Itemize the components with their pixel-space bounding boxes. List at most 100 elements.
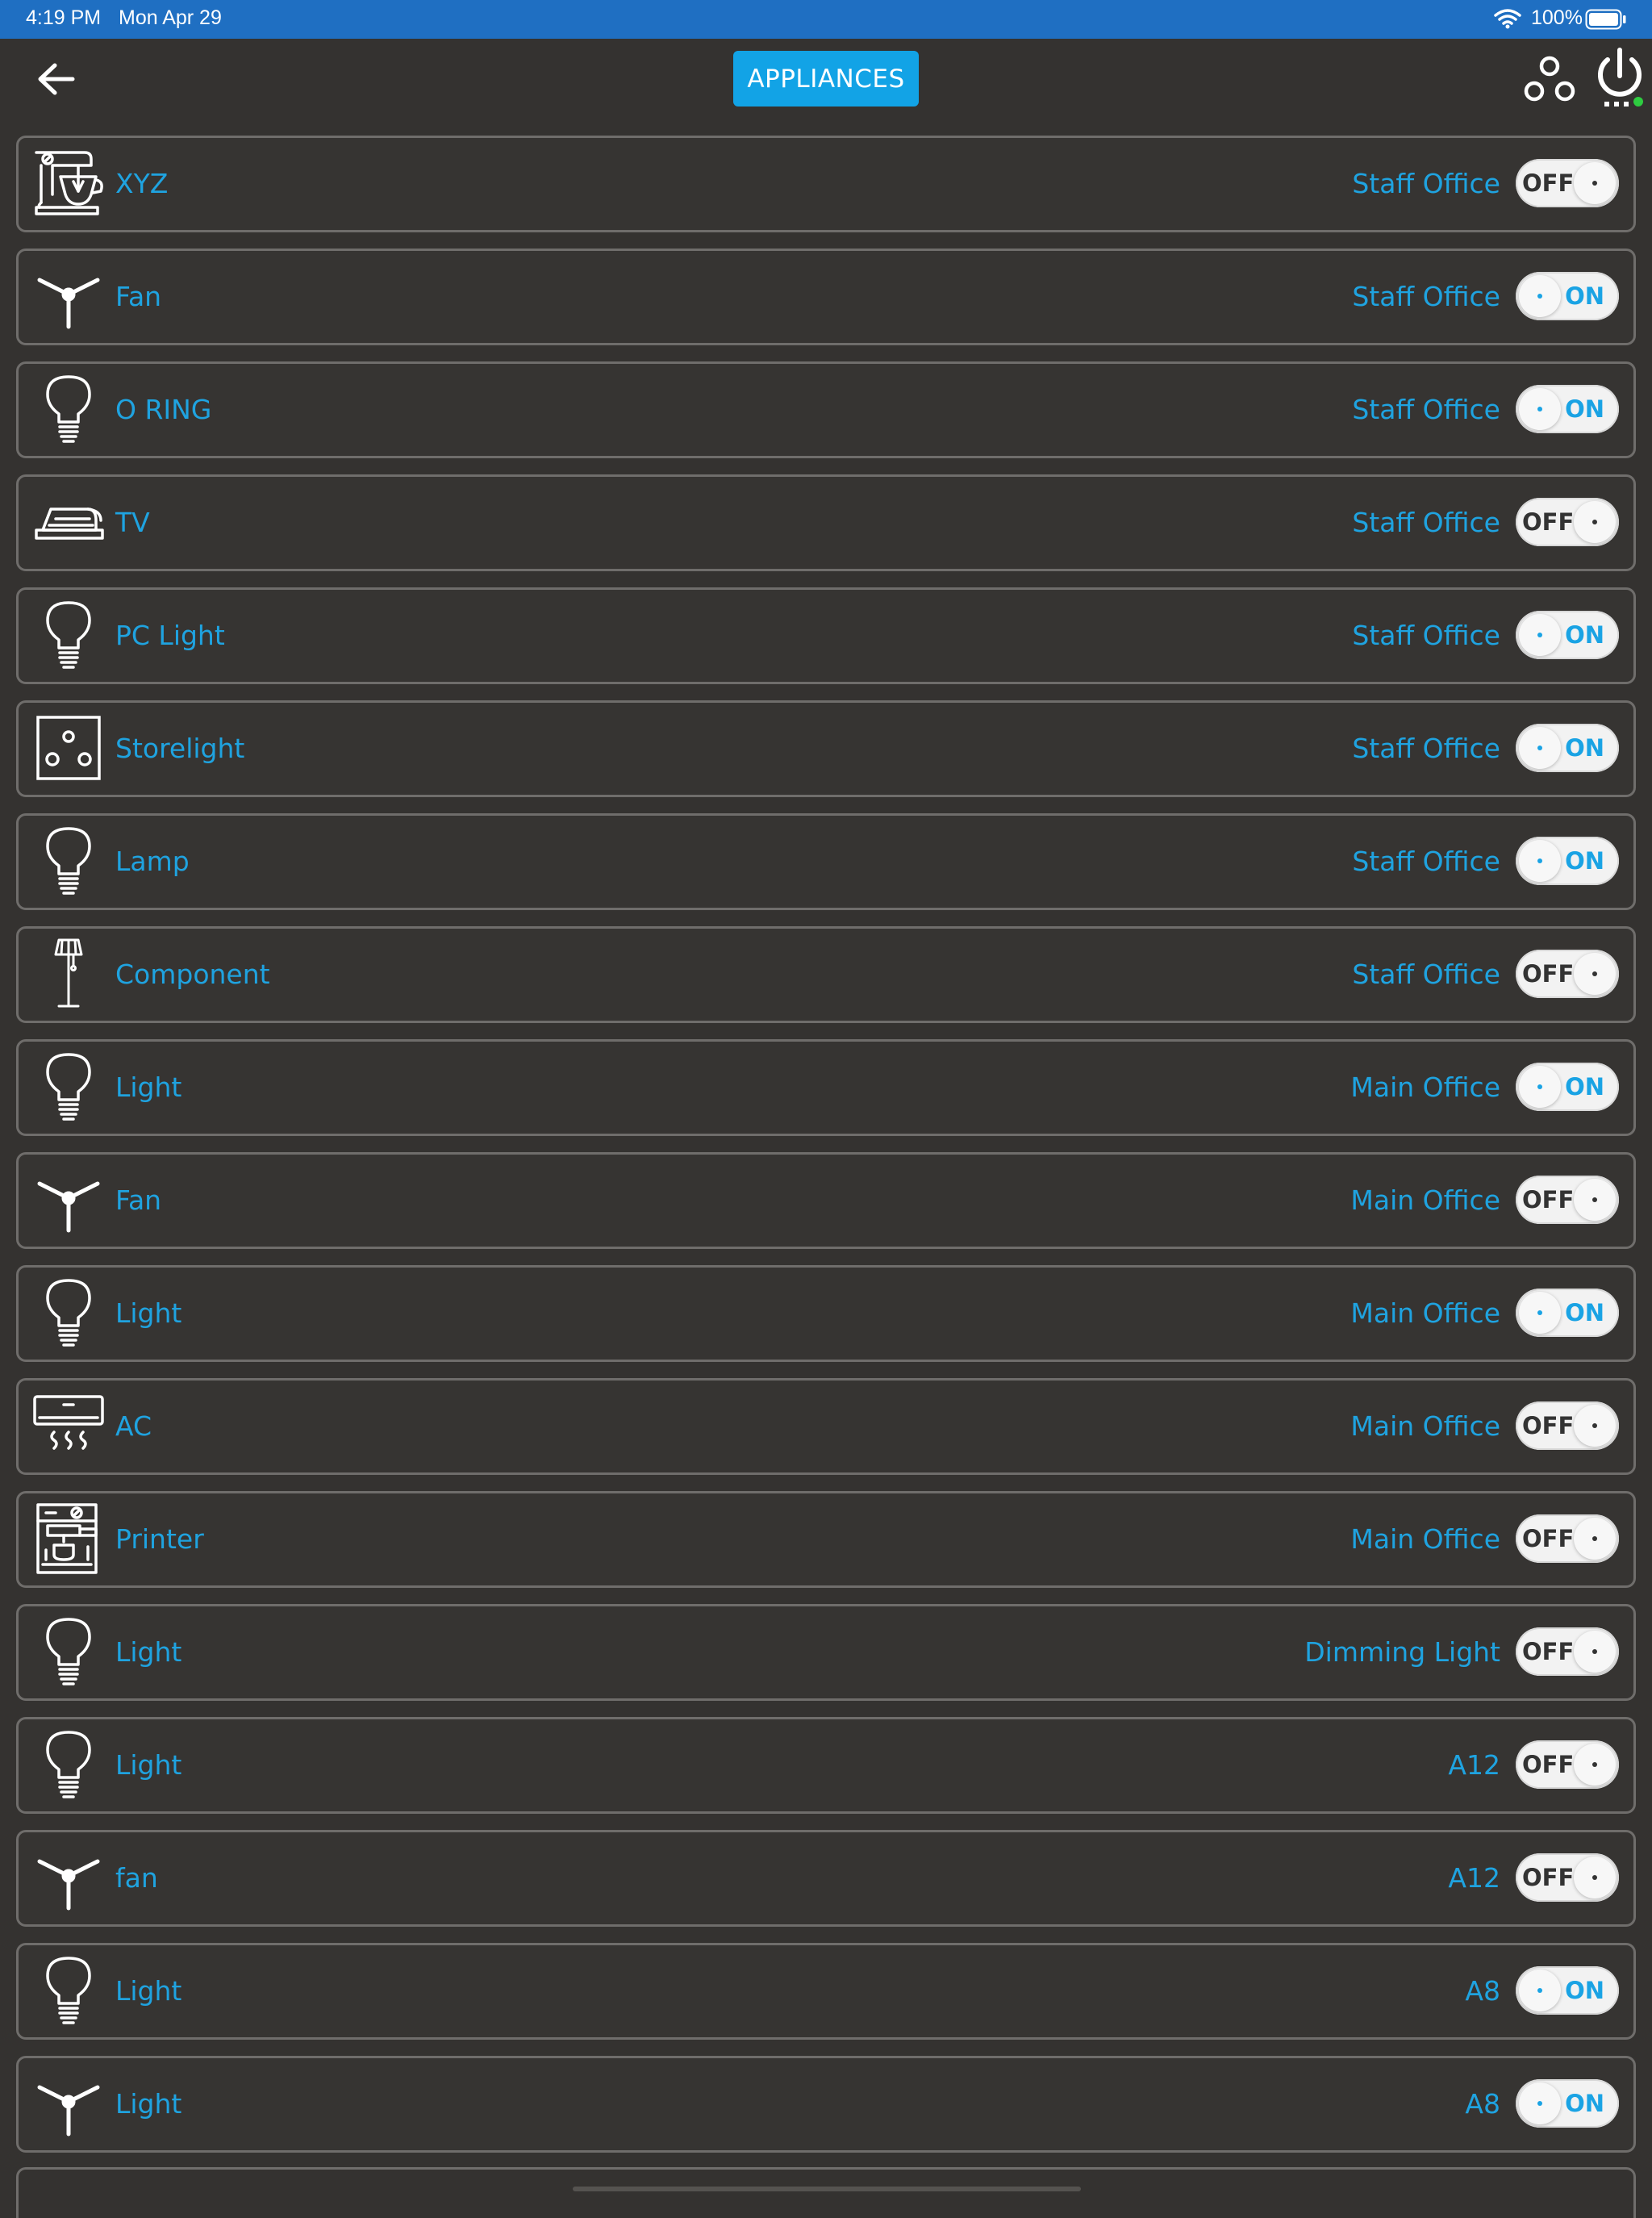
appliance-name: Fan — [115, 281, 162, 312]
status-bar: 4:19 PM Mon Apr 29 100% — [0, 0, 1652, 39]
toggle-knob — [1574, 1631, 1616, 1673]
appliance-room: A12 — [1448, 1862, 1500, 1894]
floor-lamp-icon — [31, 937, 106, 1011]
appliance-row[interactable]: XYZ Staff Office OFF — [16, 136, 1636, 232]
appliance-row[interactable]: Component Staff Office OFF — [16, 926, 1636, 1023]
appliance-name: Light — [115, 1071, 182, 1103]
appliance-row[interactable]: fan A12 OFF — [16, 1830, 1636, 1927]
appliance-row[interactable]: Lamp Staff Office ON — [16, 813, 1636, 910]
toggle-state-label: ON — [1565, 282, 1604, 310]
power-toggle[interactable]: OFF — [1516, 950, 1619, 998]
status-date: Mon Apr 29 — [119, 6, 222, 29]
appliance-row[interactable]: Light Main Office ON — [16, 1039, 1636, 1136]
battery-icon — [1585, 9, 1626, 30]
toggle-state-label: ON — [1565, 1073, 1604, 1101]
toggle-state-label: ON — [1565, 621, 1604, 649]
power-toggle[interactable]: OFF — [1516, 1627, 1619, 1676]
toggle-state-label: OFF — [1522, 1751, 1575, 1778]
appliance-row[interactable]: Fan Main Office OFF — [16, 1152, 1636, 1249]
power-toggle[interactable]: ON — [1516, 1289, 1619, 1337]
toggle-knob — [1519, 2082, 1561, 2124]
bulb-icon — [31, 1727, 106, 1802]
appliance-row[interactable]: Light A8 ON — [16, 1943, 1636, 2040]
back-arrow-icon[interactable] — [32, 59, 81, 99]
toggle-knob — [1574, 501, 1616, 543]
ac-icon — [31, 1389, 106, 1463]
appliance-room: Staff Office — [1352, 507, 1500, 538]
appliance-row[interactable]: Fan Staff Office ON — [16, 249, 1636, 345]
appliance-row[interactable]: Light Dimming Light OFF — [16, 1604, 1636, 1701]
toggle-knob — [1519, 1292, 1561, 1334]
mixer-icon — [31, 146, 106, 220]
appliance-row[interactable]: TV Staff Office OFF — [16, 474, 1636, 571]
appliance-row[interactable]: Printer Main Office OFF — [16, 1491, 1636, 1588]
power-toggle[interactable]: OFF — [1516, 1514, 1619, 1563]
fan-icon — [31, 1163, 106, 1237]
toggle-state-label: OFF — [1522, 169, 1575, 197]
appliance-room: A12 — [1448, 1749, 1500, 1781]
power-toggle[interactable]: OFF — [1516, 498, 1619, 546]
appliance-name: Printer — [115, 1523, 204, 1555]
toggle-state-label: OFF — [1522, 508, 1575, 536]
appliance-room: Main Office — [1350, 1184, 1500, 1216]
power-toggle[interactable]: ON — [1516, 837, 1619, 885]
appliance-name: Storelight — [115, 733, 245, 764]
appliance-room: Staff Office — [1352, 394, 1500, 425]
appliance-row[interactable]: O RING Staff Office ON — [16, 361, 1636, 458]
toggle-knob — [1519, 1969, 1561, 2011]
power-toggle[interactable]: ON — [1516, 611, 1619, 659]
list-item-partial — [16, 2167, 1636, 2218]
wifi-icon — [1494, 9, 1521, 29]
appliance-name: Light — [115, 2088, 182, 2120]
appliance-name: O RING — [115, 394, 212, 425]
appliance-row[interactable]: Storelight Staff Office ON — [16, 700, 1636, 797]
appliance-name: Light — [115, 1975, 182, 2007]
appliance-row[interactable]: Light Main Office ON — [16, 1265, 1636, 1362]
bulb-icon — [31, 1953, 106, 2028]
toggle-knob — [1574, 953, 1616, 995]
toggle-state-label: OFF — [1522, 1525, 1575, 1552]
scenes-icon[interactable] — [1523, 53, 1576, 107]
appliance-name: Component — [115, 959, 270, 990]
appliance-name: Fan — [115, 1184, 162, 1216]
appliance-name: XYZ — [115, 168, 169, 199]
power-toggle[interactable]: ON — [1516, 2079, 1619, 2128]
toggle-state-label: OFF — [1522, 1412, 1575, 1439]
appliance-row[interactable]: Light A12 OFF — [16, 1717, 1636, 1814]
appliance-room: Staff Office — [1352, 168, 1500, 199]
toggle-state-label: ON — [1565, 395, 1604, 423]
toggle-knob — [1519, 388, 1561, 430]
toggle-state-label: OFF — [1522, 1638, 1575, 1665]
appliance-row[interactable]: PC Light Staff Office ON — [16, 587, 1636, 684]
bulb-icon — [31, 598, 106, 672]
power-toggle[interactable]: OFF — [1516, 1176, 1619, 1224]
appliance-name: PC Light — [115, 620, 225, 651]
iron-icon — [31, 485, 106, 559]
power-toggle[interactable]: ON — [1516, 385, 1619, 433]
appliance-name: TV — [115, 507, 150, 538]
appliance-room: Staff Office — [1352, 959, 1500, 990]
bulb-icon — [31, 372, 106, 446]
bulb-icon — [31, 1050, 106, 1124]
appliance-name: Lamp — [115, 846, 190, 877]
appliance-name: AC — [115, 1410, 152, 1442]
toggle-state-label: ON — [1565, 1299, 1604, 1326]
power-icon[interactable] — [1593, 47, 1646, 111]
fan-icon — [31, 1840, 106, 1915]
toggle-knob — [1574, 1179, 1616, 1221]
toggle-knob — [1519, 614, 1561, 656]
power-toggle[interactable]: OFF — [1516, 159, 1619, 207]
power-toggle[interactable]: ON — [1516, 1063, 1619, 1111]
power-toggle[interactable]: OFF — [1516, 1853, 1619, 1902]
power-toggle[interactable]: OFF — [1516, 1740, 1619, 1789]
power-toggle[interactable]: OFF — [1516, 1401, 1619, 1450]
power-toggle[interactable]: ON — [1516, 272, 1619, 320]
bulb-icon — [31, 824, 106, 898]
appliance-row[interactable]: AC Main Office OFF — [16, 1378, 1636, 1475]
appliances-title-button[interactable]: APPLIANCES — [733, 51, 919, 107]
appliance-row[interactable]: Light A8 ON — [16, 2056, 1636, 2153]
power-toggle[interactable]: ON — [1516, 1966, 1619, 2015]
power-toggle[interactable]: ON — [1516, 724, 1619, 772]
toggle-state-label: ON — [1565, 2090, 1604, 2117]
appliance-room: Staff Office — [1352, 281, 1500, 312]
